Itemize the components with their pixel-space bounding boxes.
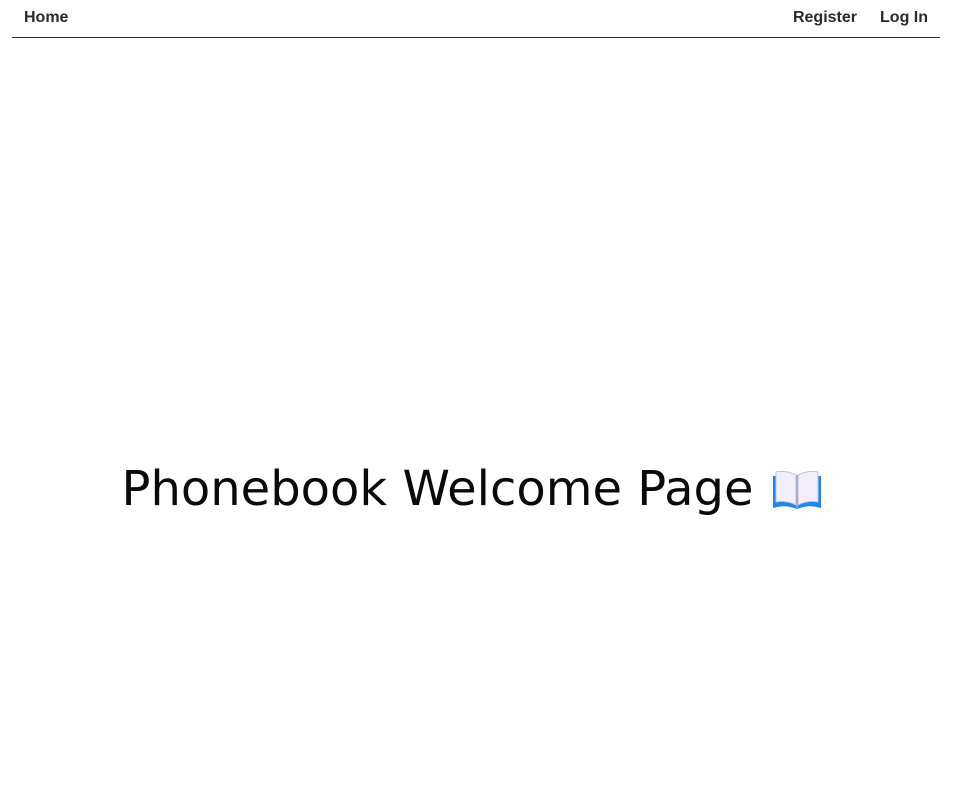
page: Home Register Log In Phonebook Welcome P…	[0, 0, 967, 800]
hero-section: Phonebook Welcome Page	[0, 455, 945, 525]
open-book-icon	[771, 468, 823, 512]
nav-home-link[interactable]: Home	[24, 9, 68, 27]
page-title-text: Phonebook Welcome Page	[121, 461, 754, 518]
nav-login-link[interactable]: Log In	[880, 9, 928, 27]
nav-register-link[interactable]: Register	[793, 9, 857, 27]
top-navbar: Home Register Log In	[12, 0, 940, 38]
page-title: Phonebook Welcome Page	[122, 461, 824, 519]
